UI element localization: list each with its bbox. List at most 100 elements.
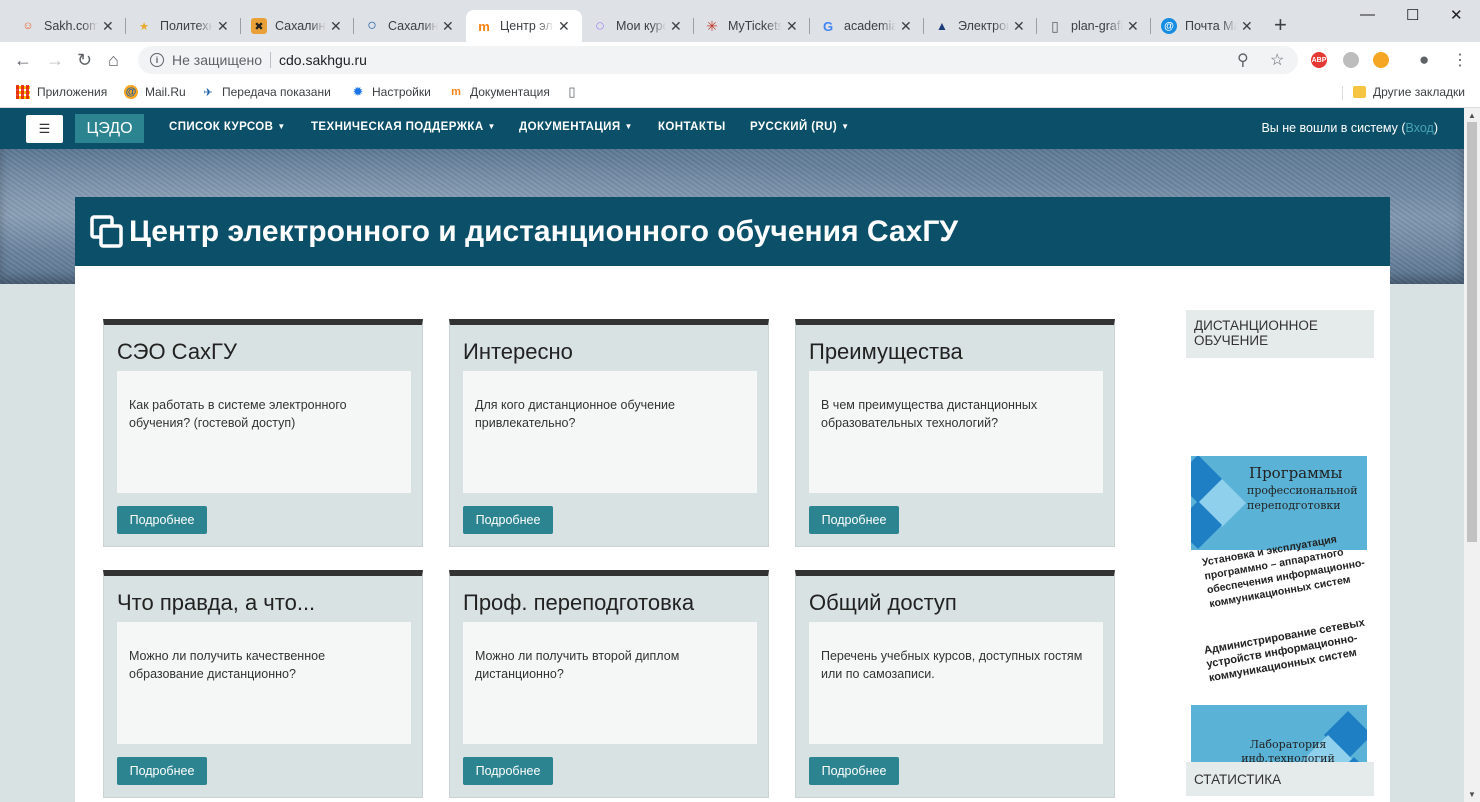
other-bookmarks[interactable]: Другие закладки <box>1353 85 1465 99</box>
back-arrow-icon[interactable]: ← <box>14 49 32 71</box>
close-tab-icon[interactable]: ✕ <box>442 18 456 35</box>
more-button[interactable]: Подробнее <box>117 506 207 534</box>
nav-label: КОНТАКТЫ <box>658 121 726 133</box>
bookmark-docs[interactable]: m Документация <box>449 85 550 99</box>
browser-tab[interactable]: ▯ plan-grafi ✕ <box>1037 10 1151 42</box>
browser-tab[interactable]: ▲ Электрон ✕ <box>924 10 1037 42</box>
close-tab-icon[interactable]: ✕ <box>900 18 914 35</box>
more-button[interactable]: Подробнее <box>809 506 899 534</box>
new-tab-button[interactable]: + <box>1274 14 1287 36</box>
browser-tab[interactable]: @ Почта Ма ✕ <box>1151 10 1265 42</box>
scrollbar-thumb[interactable] <box>1467 122 1477 542</box>
more-button[interactable]: Подробнее <box>463 757 553 785</box>
maximize-window-icon[interactable]: ☐ <box>1406 6 1419 24</box>
scroll-down-arrow-icon[interactable]: ▼ <box>1468 790 1476 799</box>
zoom-icon[interactable]: ⚲ <box>1237 50 1249 70</box>
browser-tab[interactable]: ☺ Sakh.com ✕ <box>10 10 126 42</box>
bookmark-star-icon[interactable]: ☆ <box>1270 50 1284 70</box>
nav-label: ДОКУМЕНТАЦИЯ <box>519 121 621 133</box>
tab-title: Sakh.com <box>44 19 98 33</box>
reload-icon[interactable]: ↻ <box>77 49 92 71</box>
close-tab-icon[interactable]: ✕ <box>786 18 800 35</box>
bookmark-document[interactable]: ▯ <box>565 84 586 99</box>
info-icon[interactable]: i <box>150 53 164 67</box>
joomla-favicon-icon: ✖ <box>251 18 267 34</box>
card-title: Проф. переподготовка <box>463 590 695 615</box>
folder-icon <box>1353 86 1366 98</box>
tab-title: Центр эле <box>500 19 554 33</box>
page-viewport: ☰ ЦЭДО СПИСОК КУРСОВ ▼ ТЕХНИЧЕСКАЯ ПОДДЕР… <box>0 108 1464 802</box>
close-tab-icon[interactable]: ✕ <box>217 18 231 35</box>
more-button[interactable]: Подробнее <box>809 757 899 785</box>
home-icon[interactable]: ⌂ <box>108 49 119 71</box>
document-favicon-icon: ▯ <box>1051 17 1059 34</box>
card-description: Можно ли получить качественное образован… <box>117 622 411 744</box>
bookmark-apps[interactable]: Приложения <box>16 85 107 99</box>
more-button[interactable]: Подробнее <box>463 506 553 534</box>
close-window-icon[interactable]: ✕ <box>1450 6 1463 24</box>
extension-circle-icon[interactable] <box>1343 52 1359 68</box>
tab-title: Электрон <box>958 19 1009 33</box>
nav-documentation[interactable]: ДОКУМЕНТАЦИЯ ▼ <box>519 121 633 133</box>
close-tab-icon[interactable]: ✕ <box>670 18 684 35</box>
close-tab-icon[interactable]: ✕ <box>1013 18 1027 35</box>
page-scrollbar[interactable]: ▲ ▼ <box>1464 108 1480 802</box>
close-tab-icon[interactable]: ✕ <box>1241 18 1255 35</box>
close-tab-icon[interactable]: ✕ <box>1127 18 1141 35</box>
nav-contacts[interactable]: КОНТАКТЫ <box>658 121 726 133</box>
profile-avatar-icon[interactable]: ● <box>1419 50 1429 70</box>
browser-tab[interactable]: ○ Мои курс ✕ <box>582 10 694 42</box>
info-card: СЭО СахГУ Как работать в системе электро… <box>103 319 423 547</box>
browser-tab-active[interactable]: m Центр эле ✕ <box>466 10 582 42</box>
card-description: Для кого дистанционное обучение привлека… <box>463 371 757 493</box>
bookmark-settings[interactable]: ✹ Настройки <box>351 84 431 99</box>
card-title: Общий доступ <box>809 590 957 615</box>
scroll-up-arrow-icon[interactable]: ▲ <box>1468 111 1476 120</box>
close-tab-icon[interactable]: ✕ <box>330 18 344 35</box>
forward-arrow-icon[interactable]: → <box>46 49 64 71</box>
close-tab-icon[interactable]: ✕ <box>102 18 116 35</box>
banner-heading: Программы <box>1249 464 1343 482</box>
browser-tab[interactable]: ★ Политехн ✕ <box>126 10 241 42</box>
bookmark-label: Передача показани <box>222 85 331 99</box>
more-button[interactable]: Подробнее <box>117 757 207 785</box>
tab-title: MyTickets <box>728 19 782 33</box>
other-bookmarks-label: Другие закладки <box>1373 85 1465 99</box>
card-description: Можно ли получить второй диплом дистанци… <box>463 622 757 744</box>
browser-tab[interactable]: ✖ Сахалинс ✕ <box>241 10 354 42</box>
info-card: Проф. переподготовка Можно ли получить в… <box>449 570 769 798</box>
banner-program-2: Администрирование сетевых устройств инфо… <box>1203 616 1366 685</box>
banner-subheading: переподготовки <box>1247 499 1341 512</box>
adblock-extension-icon[interactable]: ABP <box>1311 52 1327 68</box>
omnibox-divider <box>270 52 271 68</box>
url-text[interactable]: cdo.sakhgu.ru <box>279 52 367 68</box>
login-link[interactable]: Вход <box>1406 121 1434 135</box>
bookmark-mailru[interactable]: @ Mail.Ru <box>124 85 186 99</box>
nav-course-list[interactable]: СПИСОК КУРСОВ ▼ <box>169 121 286 133</box>
nav-language[interactable]: РУССКИЙ (RU) ▼ <box>750 121 849 133</box>
minimize-window-icon[interactable]: — <box>1360 6 1375 23</box>
asterisk-favicon-icon: ✳ <box>706 17 718 34</box>
extension-shield-icon[interactable] <box>1373 52 1389 68</box>
caret-down-icon: ▼ <box>277 122 286 131</box>
login-suffix: ) <box>1433 121 1438 135</box>
mailru-icon: @ <box>124 85 138 99</box>
site-navbar: ☰ ЦЭДО СПИСОК КУРСОВ ▼ ТЕХНИЧЕСКАЯ ПОДДЕР… <box>0 108 1464 149</box>
copy-squares-icon <box>90 214 123 248</box>
browser-toolbar: ← → ↻ ⌂ i Не защищено cdo.sakhgu.ru ⚲ ☆ … <box>0 42 1480 78</box>
tab-title: plan-grafi <box>1071 19 1123 33</box>
close-tab-icon[interactable]: ✕ <box>558 18 572 35</box>
nav-tech-support[interactable]: ТЕХНИЧЕСКАЯ ПОДДЕРЖКА ▼ <box>311 121 496 133</box>
nav-label: РУССКИЙ (RU) <box>750 121 838 133</box>
browser-tab[interactable]: G academia ✕ <box>810 10 924 42</box>
moodle-favicon-icon: m <box>478 18 490 34</box>
address-bar[interactable]: i Не защищено cdo.sakhgu.ru <box>138 46 1298 74</box>
browser-tab[interactable]: ○ Сахалинс ✕ <box>354 10 466 42</box>
bookmark-meter[interactable]: ✈ Передача показани <box>201 85 331 99</box>
browser-tab[interactable]: ✳ MyTickets ✕ <box>694 10 810 42</box>
card-title: Интересно <box>463 339 573 364</box>
retraining-programs-banner[interactable]: Программы профессиональной переподготовк… <box>1191 456 1367 796</box>
brand-button[interactable]: ЦЭДО <box>75 114 144 143</box>
browser-menu-icon[interactable]: ⋮ <box>1452 50 1468 70</box>
menu-toggle-button[interactable]: ☰ <box>26 115 63 143</box>
